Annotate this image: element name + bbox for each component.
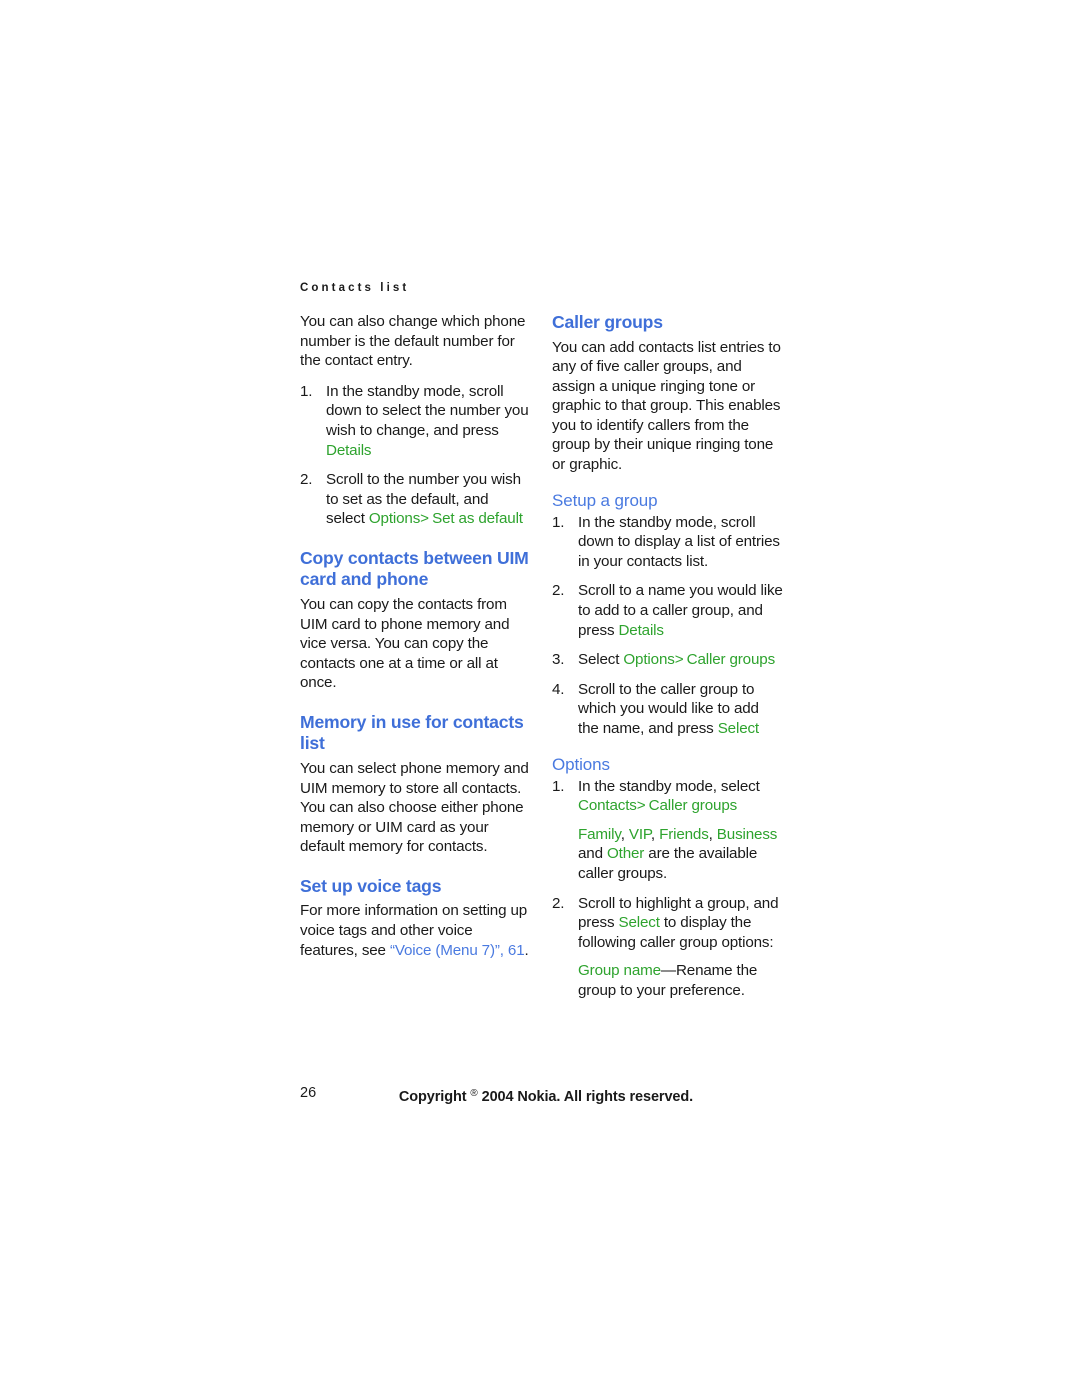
step-text: In the standby mode, scroll down to sele… — [326, 382, 529, 439]
setup-group-steps: 1. In the standby mode, scroll down to di… — [552, 513, 783, 739]
ui-term-details: Details — [618, 621, 664, 639]
menu-separator-icon: > — [636, 797, 646, 815]
step-number: 1. — [300, 382, 313, 400]
copyright-prefix: Copyright — [398, 1089, 471, 1105]
ui-term-group-name: Group name — [578, 962, 661, 980]
list-item: 1. In the standby mode, scroll down to se… — [300, 382, 531, 460]
list-item: 2. Scroll to highlight a group, and press… — [552, 894, 783, 1001]
ui-term-business: Business — [716, 825, 778, 843]
options-steps: 1. In the standby mode, select Contacts> … — [552, 777, 783, 1001]
two-column-body: You can also change which phone number i… — [300, 312, 792, 999]
copy-contacts-uim-body: You can copy the contacts from UIM card … — [300, 595, 510, 692]
ui-term-caller-groups: Caller groups — [644, 797, 738, 815]
heading-caller-groups: Caller groups — [552, 312, 663, 332]
cross-reference-link-voice-menu[interactable]: “Voice (Menu 7)”, 61 — [390, 942, 525, 959]
ui-term-vip: VIP — [628, 825, 651, 843]
menu-separator-icon: > — [420, 510, 429, 528]
left-column: You can also change which phone number i… — [300, 312, 531, 971]
voice-tags-text-after: . — [524, 941, 529, 959]
step-number: 3. — [552, 651, 565, 669]
caller-groups-body: You can add contacts list entries to any… — [552, 338, 781, 474]
ui-term-set-as-default: Set as default — [428, 510, 523, 528]
right-column: Caller groups You can add contacts list … — [552, 312, 783, 1010]
default-number-steps: 1. In the standby mode, scroll down to se… — [300, 382, 531, 529]
ui-term-contacts: Contacts — [578, 797, 637, 815]
memory-in-use-body: You can select phone memory and UIM memo… — [300, 759, 529, 856]
step-text: Select — [578, 651, 624, 669]
copyright-notice: Copyright ® 2004 Nokia. All rights reser… — [300, 1084, 792, 1107]
step-number: 1. — [552, 777, 565, 795]
step-text: In the standby mode, scroll down to disp… — [578, 513, 780, 570]
caller-group-names: Family, VIP, Friends, Business and Other… — [578, 825, 778, 882]
running-header: Contacts list — [300, 282, 410, 294]
default-number-intro: You can also change which phone number i… — [300, 313, 526, 370]
ui-term-family: Family — [578, 825, 621, 843]
caller-group-text-and: and — [578, 845, 607, 863]
list-item: 2. Scroll to a name you would like to add… — [552, 581, 783, 640]
list-item: 1. In the standby mode, scroll down to di… — [552, 513, 783, 572]
ui-term-options: Options — [368, 510, 421, 528]
step-number: 1. — [552, 513, 565, 531]
ui-term-other: Other — [606, 845, 645, 863]
ui-term-options: Options — [623, 651, 675, 669]
heading-set-up-voice-tags: Set up voice tags — [300, 875, 442, 896]
menu-separator-icon: > — [674, 651, 684, 669]
list-item: 2. Scroll to the number you wish to set a… — [300, 470, 531, 529]
list-item: 3. Select Options> Caller groups — [552, 650, 783, 670]
ui-term-details: Details — [326, 441, 372, 459]
ui-term-friends: Friends — [659, 825, 709, 843]
step-number: 2. — [552, 894, 565, 912]
copyright-suffix: 2004 Nokia. All rights reserved. — [477, 1089, 694, 1105]
heading-memory-in-use: Memory in use for contacts list — [300, 711, 524, 754]
voice-tags-body: For more information on setting up voice… — [300, 901, 531, 960]
list-item: 4. Scroll to the caller group to which yo… — [552, 680, 783, 739]
ui-term-caller-groups: Caller groups — [682, 651, 776, 669]
subheading-options: Options — [552, 754, 610, 774]
manual-page: Contacts list You can also change which … — [0, 0, 1080, 1397]
step-number: 4. — [552, 680, 565, 698]
registered-trademark-icon: ® — [470, 1088, 478, 1099]
heading-copy-contacts-uim: Copy contacts between UIM card and phone — [300, 547, 529, 590]
step-number: 2. — [552, 582, 565, 600]
step-text: Scroll to a name you would like to add t… — [578, 582, 783, 639]
group-name-option: Group name—Rename the group to your pref… — [578, 961, 783, 1000]
page-footer: 26 Copyright ® 2004 Nokia. All rights re… — [300, 1084, 792, 1107]
step-text: In the standby mode, select — [578, 777, 760, 795]
step-number: 2. — [300, 471, 313, 489]
ui-term-select: Select — [618, 914, 660, 932]
ui-term-select: Select — [717, 720, 759, 737]
list-item: 1. In the standby mode, select Contacts> … — [552, 777, 783, 884]
subheading-setup-a-group: Setup a group — [552, 490, 658, 510]
